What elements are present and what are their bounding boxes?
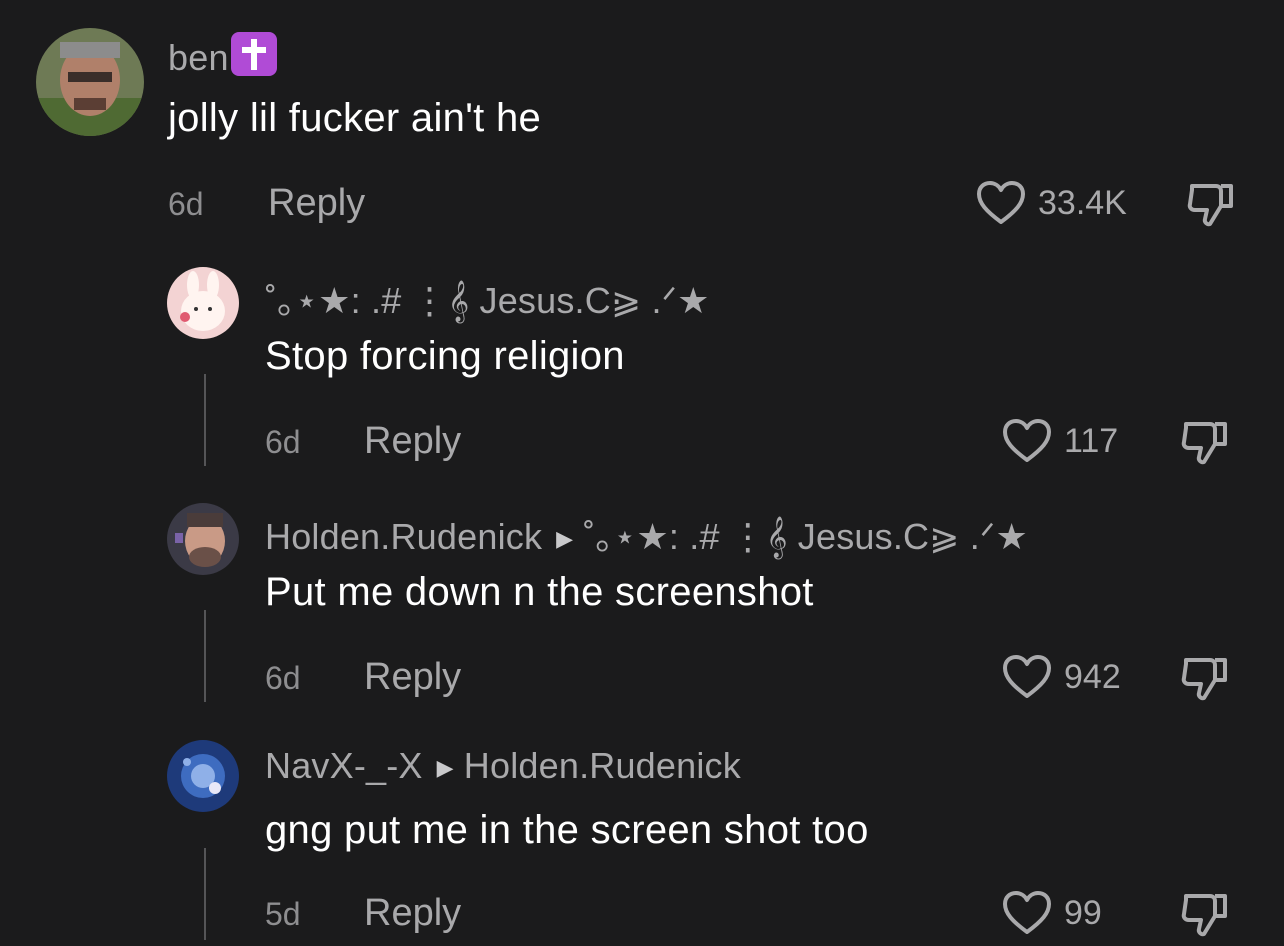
thread-line — [204, 610, 206, 702]
heart-icon — [977, 181, 1025, 224]
reply-button[interactable]: Reply — [268, 182, 365, 225]
reply-to-username[interactable]: ˚｡⋆★: .# ⋮𝄞 Jesus.C⪀ .ᐟ★ — [583, 516, 1028, 557]
dislike-button[interactable] — [1180, 418, 1232, 471]
thumbs-down-icon — [1187, 184, 1233, 227]
comment-username[interactable]: Holden.Rudenick ▶ ˚｡⋆★: .# ⋮𝄞 Jesus.C⪀ .ᐟ★ — [265, 508, 1028, 560]
like-count: 942 — [1064, 657, 1121, 696]
heart-icon — [1003, 419, 1051, 462]
reply-button[interactable]: Reply — [364, 656, 461, 699]
comments-section: ben jolly lil fucker ain't he 6d Reply 3… — [0, 0, 1284, 946]
comment-username[interactable]: ˚｡⋆★: .# ⋮𝄞 Jesus.C⪀ .ᐟ★ — [265, 272, 710, 324]
comment-age: 5d — [265, 896, 301, 932]
like-button[interactable]: 117 — [1002, 418, 1118, 464]
reply-to-username[interactable]: Holden.Rudenick — [464, 745, 741, 786]
comment-text: gng put me in the screen shot too — [265, 808, 869, 852]
thread-line — [204, 374, 206, 466]
reply-button[interactable]: Reply — [364, 420, 461, 463]
dislike-button[interactable] — [1180, 654, 1232, 707]
thumbs-down-icon — [1181, 658, 1227, 701]
avatar[interactable] — [167, 503, 239, 575]
reply-button[interactable]: Reply — [364, 892, 461, 935]
comment-text: Stop forcing religion — [265, 334, 625, 378]
comment-username[interactable]: ben — [168, 32, 277, 79]
heart-icon — [1003, 655, 1051, 698]
dislike-button[interactable] — [1186, 180, 1238, 233]
thumbs-down-icon — [1181, 422, 1227, 465]
avatar[interactable] — [36, 28, 144, 136]
comment-username[interactable]: NavX-_-X ▶ Holden.Rudenick — [265, 745, 741, 787]
thumbs-down-icon — [1181, 894, 1227, 937]
like-count: 117 — [1064, 421, 1119, 460]
like-count: 99 — [1064, 893, 1102, 932]
thread-line — [204, 848, 206, 940]
latin-cross-icon — [230, 32, 277, 76]
heart-icon — [1003, 891, 1051, 934]
avatar[interactable] — [167, 267, 239, 339]
avatar[interactable] — [167, 740, 239, 812]
like-count: 33.4K — [1038, 183, 1127, 222]
like-button[interactable]: 99 — [1002, 890, 1102, 936]
reply-arrow-icon: ▶ — [556, 526, 574, 551]
comment-text: jolly lil fucker ain't he — [168, 96, 542, 140]
like-button[interactable]: 33.4K — [976, 180, 1127, 226]
reply-arrow-icon: ▶ — [436, 755, 454, 780]
comment-text: Put me down n the screenshot — [265, 570, 814, 614]
dislike-button[interactable] — [1180, 890, 1232, 943]
comment-age: 6d — [265, 424, 301, 460]
like-button[interactable]: 942 — [1002, 654, 1121, 700]
comment-age: 6d — [265, 660, 301, 696]
comment-age: 6d — [168, 186, 204, 222]
